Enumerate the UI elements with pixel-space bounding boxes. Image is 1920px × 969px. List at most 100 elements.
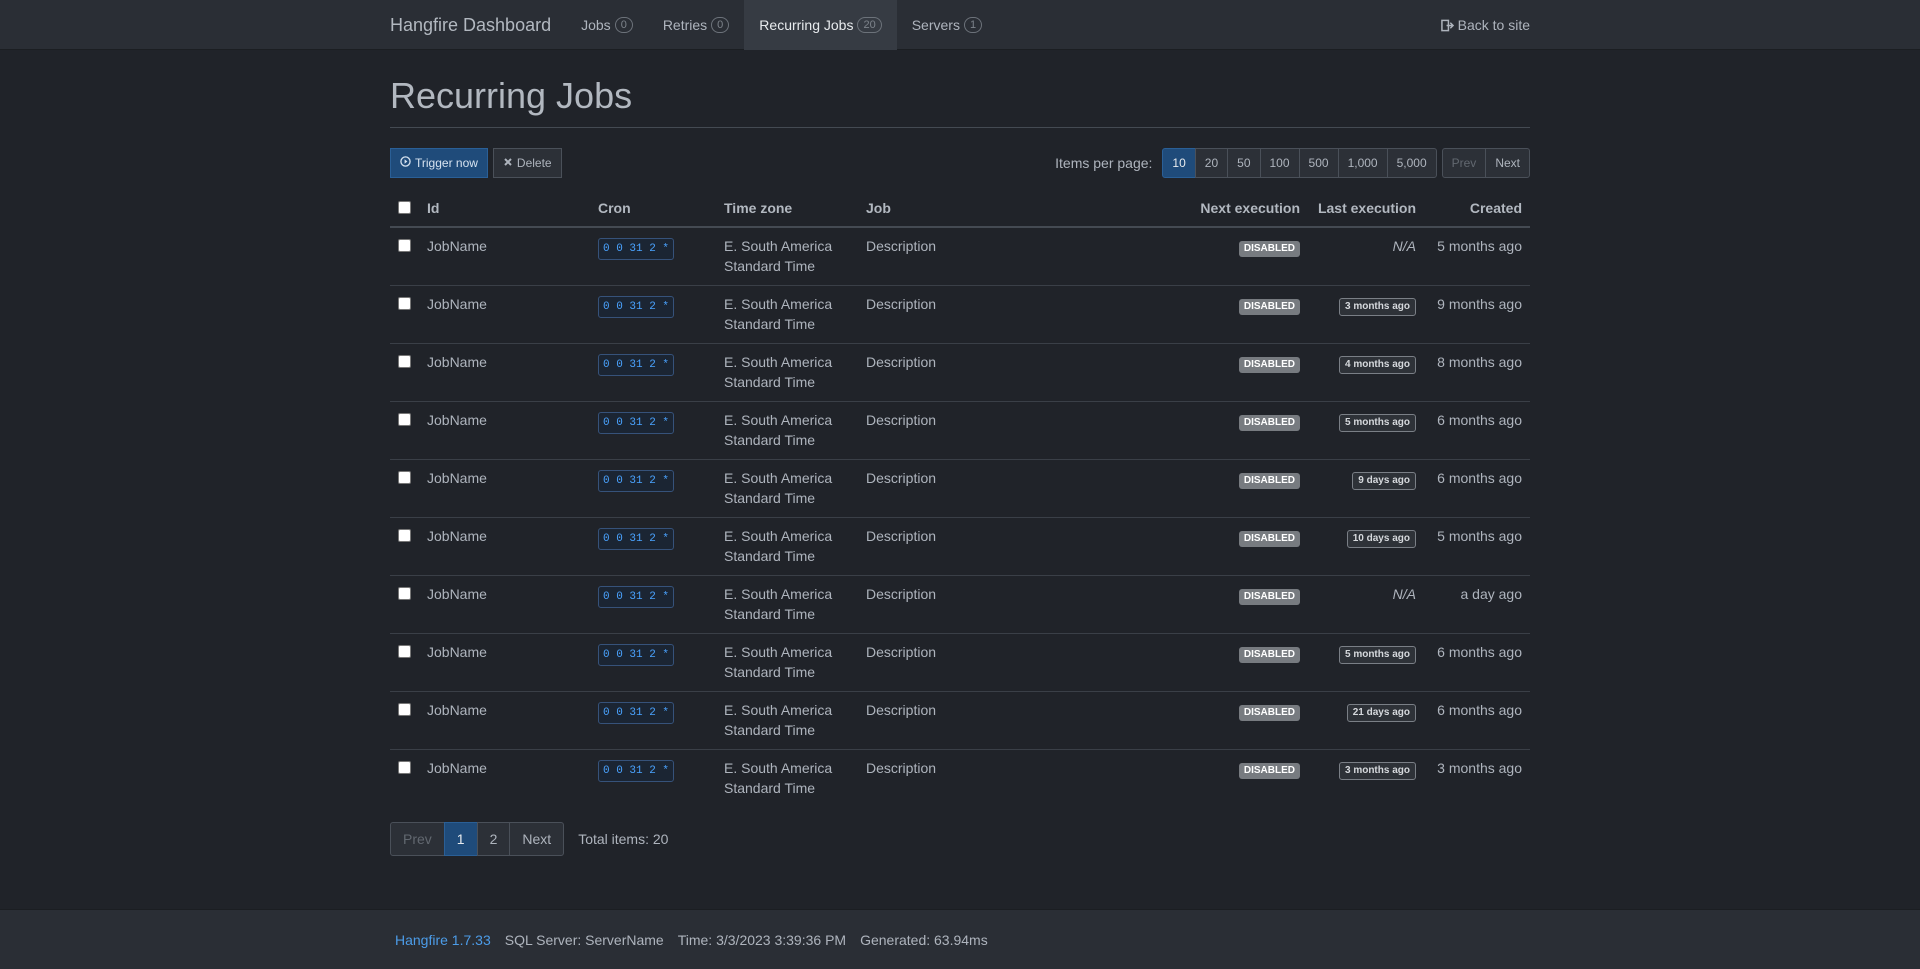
last-execution-badge[interactable]: 4 months ago xyxy=(1338,356,1416,374)
row-checkbox[interactable] xyxy=(398,297,411,310)
prev-page-button[interactable]: Prev xyxy=(390,822,445,856)
job-description: Description xyxy=(858,517,1188,576)
disabled-badge: DISABLED xyxy=(1238,647,1300,663)
time-zone-line2: Standard Time xyxy=(724,606,816,622)
col-job: Job xyxy=(858,190,1188,228)
row-checkbox[interactable] xyxy=(398,703,411,716)
ipp-option-50[interactable]: 50 xyxy=(1227,148,1261,178)
ipp-option-500[interactable]: 500 xyxy=(1298,148,1339,178)
row-checkbox[interactable] xyxy=(398,355,411,368)
items-per-page-group: 10 20 50 100 500 1,000 5,000 xyxy=(1162,148,1437,178)
job-id[interactable]: JobName xyxy=(419,343,590,402)
last-execution-badge[interactable]: 5 months ago xyxy=(1338,646,1416,664)
ipp-option-10[interactable]: 10 xyxy=(1162,148,1196,178)
time-zone: E. South America Standard Time xyxy=(716,691,858,750)
created-time: a day ago xyxy=(1424,575,1530,634)
page-1-button[interactable]: 1 xyxy=(443,822,478,856)
time-zone: E. South America Standard Time xyxy=(716,343,858,402)
last-execution-badge[interactable]: 10 days ago xyxy=(1346,530,1416,548)
disabled-badge: DISABLED xyxy=(1238,531,1300,547)
cron-expression: 0 0 31 2 * xyxy=(598,470,675,492)
nav-recurring-label: Recurring Jobs xyxy=(759,17,854,33)
nav-recurring-jobs[interactable]: Recurring Jobs 20 xyxy=(744,0,897,50)
select-all-checkbox[interactable] xyxy=(398,201,411,214)
job-id[interactable]: JobName xyxy=(419,459,590,518)
job-id[interactable]: JobName xyxy=(419,691,590,750)
last-execution-badge[interactable]: 3 months ago xyxy=(1338,298,1416,316)
row-checkbox[interactable] xyxy=(398,471,411,484)
close-icon xyxy=(503,157,513,170)
delete-button[interactable]: Delete xyxy=(492,148,562,178)
job-id[interactable]: JobName xyxy=(419,227,590,286)
time-zone-line1: E. South America xyxy=(724,296,833,312)
row-checkbox[interactable] xyxy=(398,761,411,774)
generated-time: Generated: 63.94ms xyxy=(860,932,988,948)
col-created: Created xyxy=(1424,190,1530,228)
last-execution-badge[interactable]: 5 months ago xyxy=(1338,414,1416,432)
col-cron: Cron xyxy=(590,190,716,228)
time-zone-line1: E. South America xyxy=(724,354,833,370)
job-id[interactable]: JobName xyxy=(419,633,590,692)
version-link[interactable]: Hangfire 1.7.33 xyxy=(395,932,491,948)
time-zone-line1: E. South America xyxy=(724,412,833,428)
time-zone-line1: E. South America xyxy=(724,528,833,544)
cron-expression: 0 0 31 2 * xyxy=(598,760,675,782)
row-checkbox[interactable] xyxy=(398,239,411,252)
table-row: JobName 0 0 31 2 * E. South America Standar… xyxy=(390,633,1530,692)
trigger-now-button[interactable]: Trigger now xyxy=(390,148,488,178)
disabled-badge: DISABLED xyxy=(1238,763,1300,779)
last-execution-badge[interactable]: 3 months ago xyxy=(1338,762,1416,780)
last-execution-badge[interactable]: 21 days ago xyxy=(1346,704,1416,722)
created-time: 6 months ago xyxy=(1424,633,1530,692)
job-id[interactable]: JobName xyxy=(419,517,590,576)
cron-expression: 0 0 31 2 * xyxy=(598,238,675,260)
time-zone-line1: E. South America xyxy=(724,644,833,660)
time-zone: E. South America Standard Time xyxy=(716,750,858,808)
row-checkbox[interactable] xyxy=(398,587,411,600)
created-time: 6 months ago xyxy=(1424,401,1530,460)
last-execution-badge[interactable]: 9 days ago xyxy=(1352,472,1416,490)
job-description: Description xyxy=(858,343,1188,402)
nav-servers-count: 1 xyxy=(963,17,983,33)
time-zone: E. South America Standard Time xyxy=(716,633,858,692)
nav-retries[interactable]: Retries 0 xyxy=(648,0,744,50)
time-zone-line2: Standard Time xyxy=(724,664,816,680)
table-body: JobName 0 0 31 2 * E. South America Standar… xyxy=(390,227,1530,807)
brand-link[interactable]: Hangfire Dashboard xyxy=(390,15,551,36)
table-row: JobName 0 0 31 2 * E. South America Standar… xyxy=(390,227,1530,286)
time-zone: E. South America Standard Time xyxy=(716,227,858,286)
table-row: JobName 0 0 31 2 * E. South America Standar… xyxy=(390,343,1530,402)
recurring-jobs-table: Id Cron Time zone Job Next execution Las… xyxy=(390,190,1530,807)
row-checkbox[interactable] xyxy=(398,413,411,426)
page-2-button[interactable]: 2 xyxy=(476,822,511,856)
table-row: JobName 0 0 31 2 * E. South America Standar… xyxy=(390,575,1530,634)
back-to-site-link[interactable]: Back to site xyxy=(1440,0,1530,50)
job-id[interactable]: JobName xyxy=(419,401,590,460)
time-zone: E. South America Standard Time xyxy=(716,401,858,460)
ipp-option-20[interactable]: 20 xyxy=(1194,148,1229,178)
row-checkbox[interactable] xyxy=(398,529,411,542)
row-checkbox[interactable] xyxy=(398,645,411,658)
top-next-button[interactable]: Next xyxy=(1485,148,1530,178)
job-description: Description xyxy=(858,285,1188,344)
time-zone-line1: E. South America xyxy=(724,760,833,776)
job-id[interactable]: JobName xyxy=(419,750,590,808)
navbar: Hangfire Dashboard Jobs 0 Retries 0 Recu… xyxy=(0,0,1920,50)
nav-retries-label: Retries xyxy=(662,17,708,33)
top-prev-button[interactable]: Prev xyxy=(1441,148,1487,178)
nav-servers[interactable]: Servers 1 xyxy=(897,0,997,50)
ipp-option-5000[interactable]: 5,000 xyxy=(1386,148,1437,178)
cron-expression: 0 0 31 2 * xyxy=(598,296,675,318)
time-zone-line1: E. South America xyxy=(724,470,833,486)
ipp-option-1000[interactable]: 1,000 xyxy=(1337,148,1388,178)
job-id[interactable]: JobName xyxy=(419,575,590,634)
nav-servers-label: Servers xyxy=(911,17,960,33)
ipp-option-100[interactable]: 100 xyxy=(1259,148,1300,178)
footer: Hangfire 1.7.33 SQL Server: ServerName T… xyxy=(0,909,1920,969)
job-description: Description xyxy=(858,575,1188,634)
nav-jobs[interactable]: Jobs 0 xyxy=(566,0,648,50)
job-description: Description xyxy=(858,401,1188,460)
next-page-button[interactable]: Next xyxy=(509,822,565,856)
job-id[interactable]: JobName xyxy=(419,285,590,344)
time-zone: E. South America Standard Time xyxy=(716,517,858,576)
